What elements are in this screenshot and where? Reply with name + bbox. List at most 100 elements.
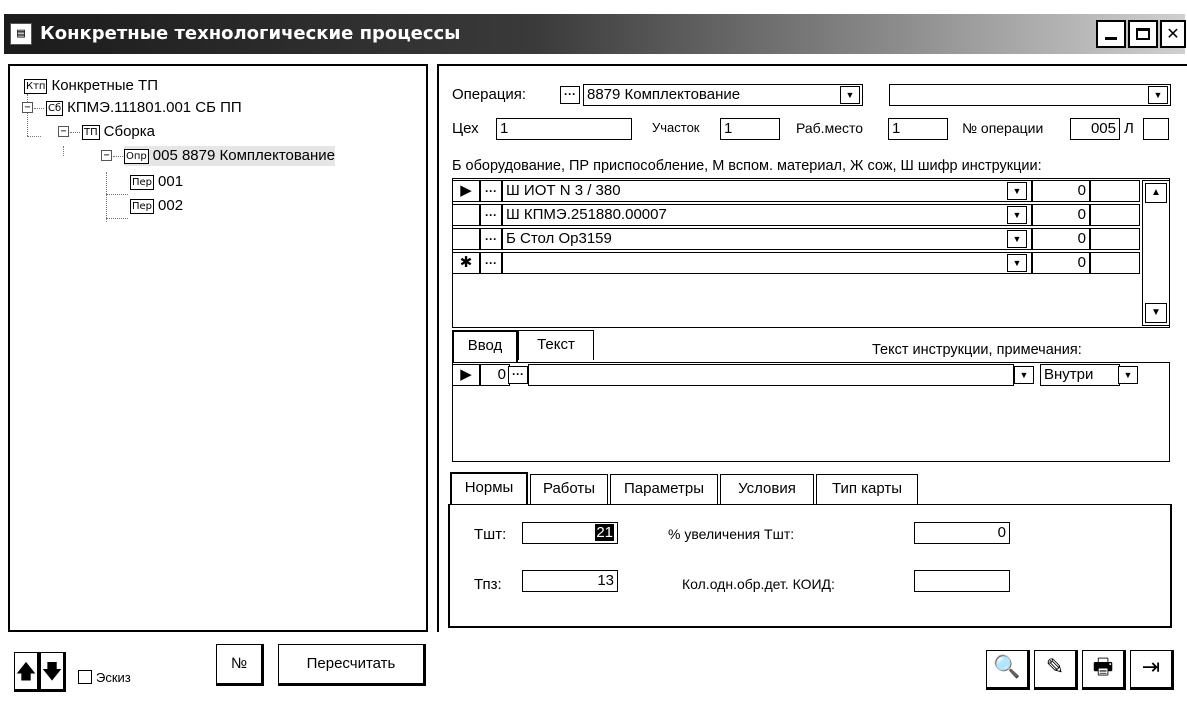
tree-node-label: КПМЭ.111801.001 СБ ПП	[67, 99, 242, 116]
sketch-checkbox[interactable]	[78, 670, 92, 684]
tsht-value-selected: 21	[595, 524, 614, 541]
equipment-qty-cell[interactable]: 0	[1032, 180, 1090, 202]
operation-number-label: № операции	[962, 120, 1044, 136]
collapse-toggle[interactable]: −	[22, 102, 33, 113]
close-button[interactable]: ✕	[1160, 20, 1186, 48]
equipment-name-cell[interactable]	[502, 252, 1032, 274]
minimize-icon	[1105, 37, 1117, 40]
tpz-input[interactable]: 13	[522, 570, 618, 592]
operation-label: Операция:	[452, 86, 527, 103]
tsht-increase-input[interactable]: 0	[914, 522, 1010, 544]
instruction-num-cell[interactable]: 0	[480, 364, 510, 386]
process-tree[interactable]: Ктп Конкретные ТП − Сб КПМЭ.111801.001 СБ …	[8, 64, 428, 632]
instruction-caption: Текст инструкции, примечания:	[872, 342, 1082, 358]
table-row[interactable]: ▶ 0 ··· ▼ Внутри ▼	[452, 364, 1147, 386]
tree-node-step-001[interactable]: Пер 001	[130, 172, 183, 192]
equipment-scrollbar[interactable]: ▲ ▼	[1142, 180, 1170, 326]
equipment-qty-cell[interactable]: 0	[1032, 252, 1090, 274]
tree-line	[70, 132, 80, 133]
recalculate-button[interactable]: Пересчитать	[278, 644, 426, 686]
equipment-extra-cell[interactable]	[1090, 252, 1140, 274]
l-input[interactable]	[1143, 118, 1169, 140]
tab-text[interactable]: Текст	[518, 330, 594, 360]
collapse-toggle[interactable]: −	[101, 150, 112, 161]
equipment-name-cell[interactable]: Ш ИОТ N 3 / 380	[502, 180, 1032, 202]
equipment-extra-cell[interactable]	[1090, 228, 1140, 250]
new-row-marker: ✱	[452, 252, 480, 274]
instruction-place-select[interactable]: Внутри	[1040, 364, 1120, 386]
chevron-down-icon[interactable]: ▼	[840, 86, 860, 104]
row-pick-button[interactable]: ···	[480, 204, 502, 226]
chevron-down-icon[interactable]: ▼	[1007, 206, 1027, 224]
equipment-caption: Б оборудование, ПР приспособление, М всп…	[452, 158, 1042, 174]
table-row[interactable]: ··· Ш КПМЭ.251880.00007 ▼ 0	[452, 204, 1147, 226]
tree-node-label: 005 8879 Комплектование	[152, 147, 336, 164]
table-row[interactable]: ▶ ··· Ш ИОТ N 3 / 380 ▼ 0	[452, 180, 1147, 202]
tree-node-step-002[interactable]: Пер 002	[130, 196, 183, 216]
operation-icon: Опр	[124, 148, 149, 164]
equipment-qty-cell[interactable]: 0	[1032, 204, 1090, 226]
print-button[interactable]: 🖶	[1082, 650, 1126, 690]
edit-icon: ✎	[1045, 655, 1065, 680]
main-window: ▤ Конкретные технологические процессы ✕ …	[0, 0, 1187, 704]
row-marker	[452, 228, 480, 250]
collapse-toggle[interactable]: −	[58, 126, 69, 137]
rabmesto-input[interactable]: 1	[888, 118, 948, 140]
instruction-text-cell[interactable]	[528, 364, 1014, 386]
printer-icon: 🖶	[1092, 655, 1114, 680]
chevron-down-icon[interactable]: ▼	[1118, 366, 1138, 384]
minimize-button[interactable]	[1096, 20, 1126, 48]
tree-line	[106, 172, 107, 222]
chevron-down-icon[interactable]: ▼	[1148, 86, 1168, 104]
chevron-down-icon[interactable]: ▼	[1007, 230, 1027, 248]
tab-parameters[interactable]: Параметры	[610, 474, 718, 504]
equipment-extra-cell[interactable]	[1090, 204, 1140, 226]
scroll-down-icon[interactable]: ▼	[1145, 303, 1167, 323]
tab-works[interactable]: Работы	[530, 474, 608, 504]
equipment-extra-cell[interactable]	[1090, 180, 1140, 202]
process-icon: ТП	[82, 124, 100, 140]
chevron-down-icon[interactable]: ▼	[1014, 366, 1034, 384]
find-button[interactable]: 🔍	[986, 650, 1030, 690]
tree-node-operation[interactable]: Опр 005 8879 Комплектование	[124, 146, 336, 166]
koid-label: Кол.одн.обр.дет. КОИД:	[682, 576, 835, 592]
equipment-name-cell[interactable]: Б Стол Ор3159	[502, 228, 1032, 250]
row-pick-button[interactable]: ···	[480, 180, 502, 202]
move-up-button[interactable]: 🡅	[14, 652, 40, 692]
equipment-name-cell[interactable]: Ш КПМЭ.251880.00007	[502, 204, 1032, 226]
row-pick-button[interactable]: ···	[480, 228, 502, 250]
ceh-input[interactable]: 1	[496, 118, 632, 140]
maximize-button[interactable]	[1128, 20, 1158, 48]
table-row-new[interactable]: ✱ ··· ▼ 0	[452, 252, 1147, 274]
koid-input[interactable]	[914, 570, 1010, 592]
operation-select[interactable]: 8879 Комплектование	[583, 84, 863, 106]
uchastok-label: Участок	[652, 120, 700, 135]
title-bar[interactable]: ▤ Конкретные технологические процессы ✕	[4, 14, 1186, 54]
row-marker	[452, 204, 480, 226]
table-row[interactable]: ··· Б Стол Ор3159 ▼ 0	[452, 228, 1147, 250]
operation-extra-select[interactable]	[889, 84, 1171, 106]
chevron-down-icon[interactable]: ▼	[1007, 254, 1027, 272]
operation-pick-button[interactable]: ···	[560, 86, 580, 104]
tree-node-root[interactable]: Ктп Конкретные ТП	[24, 76, 158, 96]
exit-button[interactable]: ⇥	[1130, 650, 1174, 690]
process-type-icon: Ктп	[24, 78, 48, 94]
scroll-up-icon[interactable]: ▲	[1145, 183, 1167, 203]
move-down-button[interactable]: 🡇	[40, 652, 66, 692]
tree-node-process[interactable]: ТП Сборка	[82, 122, 155, 142]
tab-input[interactable]: Ввод	[452, 330, 518, 362]
row-pick-button[interactable]: ···	[480, 252, 502, 274]
equipment-qty-cell[interactable]: 0	[1032, 228, 1090, 250]
tree-node-assembly-unit[interactable]: Сб КПМЭ.111801.001 СБ ПП	[46, 98, 242, 118]
number-button[interactable]: №	[216, 644, 264, 686]
tsht-input[interactable]: 21	[522, 522, 618, 544]
operation-number-input[interactable]: 005	[1070, 118, 1120, 140]
tab-conditions[interactable]: Условия	[720, 474, 814, 504]
tab-card-type[interactable]: Тип карты	[816, 474, 918, 504]
edit-button[interactable]: ✎	[1034, 650, 1078, 690]
chevron-down-icon[interactable]: ▼	[1007, 182, 1027, 200]
uchastok-input[interactable]: 1	[720, 118, 780, 140]
row-pick-button[interactable]: ···	[508, 366, 528, 384]
tab-norms[interactable]: Нормы	[450, 472, 528, 504]
tpz-label: Тпз:	[474, 576, 502, 593]
